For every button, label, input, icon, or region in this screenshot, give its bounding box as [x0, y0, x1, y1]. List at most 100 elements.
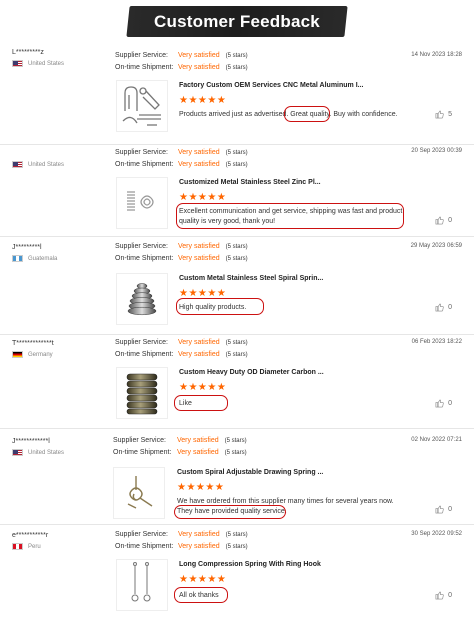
thumbs-up-icon: [435, 303, 444, 312]
star-count: (5 stars): [225, 256, 248, 262]
thumbs-up-icon: [435, 399, 444, 408]
product-thumbnail-icon: [127, 283, 157, 316]
supplier-service-label: Supplier Service:: [113, 437, 166, 444]
review-date: 30 Sep 2022 09:52: [411, 531, 462, 537]
satisfaction-text: Very satisfied: [178, 531, 220, 538]
product-image[interactable]: [116, 177, 168, 229]
supplier-service-label: Supplier Service:: [115, 149, 168, 156]
rating-labels: Supplier Service: On-time Shipment:: [115, 147, 175, 171]
satisfaction-text: Very satisfied: [177, 437, 219, 444]
review-stars: ★★★★★: [179, 382, 227, 393]
star-count: (5 stars): [225, 340, 248, 346]
thumbs-up-icon: [435, 591, 444, 600]
product-image[interactable]: [116, 80, 168, 132]
supplier-service-label: Supplier Service:: [115, 531, 168, 538]
on-time-shipment-label: On-time Shipment:: [115, 161, 174, 168]
reviewer-name: J************l: [12, 438, 50, 445]
product-title-link[interactable]: Factory Custom OEM Services CNC Metal Al…: [179, 82, 364, 89]
reviewer-country: Peru: [12, 543, 112, 550]
product-image[interactable]: [116, 273, 168, 325]
highlight-circle: [174, 587, 228, 603]
rating-values: Very satisfied (5 stars) Very satisfied (5…: [178, 50, 248, 74]
country-name: Peru: [28, 543, 41, 550]
shipment-rating: Very satisfied (5 stars): [178, 253, 248, 265]
highlight-circle: [174, 395, 228, 411]
star-count: (5 stars): [225, 162, 248, 168]
product-title-link[interactable]: Custom Metal Stainless Steel Spiral Spri…: [179, 275, 323, 282]
product-image[interactable]: [116, 559, 168, 611]
rating-labels: Supplier Service: On-time Shipment:: [115, 337, 175, 361]
rating-labels: Supplier Service: On-time Shipment:: [115, 529, 175, 553]
product-image[interactable]: [113, 467, 165, 519]
flag-guatemala-icon: [12, 255, 23, 262]
rating-values: Very satisfied (5 stars) Very satisfied (5…: [178, 337, 248, 361]
reviewer-info: L*********z United States: [12, 48, 112, 67]
star-count: (5 stars): [225, 244, 248, 250]
rating-labels: Supplier Service: On-time Shipment:: [115, 241, 175, 265]
country-name: Germany: [28, 351, 53, 358]
page-title-banner: Customer Feedback: [126, 6, 348, 37]
reviewer-info: J************l United States: [12, 437, 112, 456]
rating-values: Very satisfied (5 stars) Very satisfied (5…: [178, 241, 248, 265]
supplier-service-rating: Very satisfied (5 stars): [177, 435, 247, 447]
review-card: J*********l Guatemala Supplier Service: …: [0, 236, 474, 334]
product-title-link[interactable]: Customized Metal Stainless Steel Zinc Pl…: [179, 179, 321, 186]
thumbs-up-icon: [435, 505, 444, 514]
flag-us-icon: [12, 161, 23, 168]
satisfaction-text: Very satisfied: [178, 351, 220, 358]
shipment-rating: Very satisfied (5 stars): [178, 159, 248, 171]
star-count: (5 stars): [225, 65, 248, 71]
review-date: 02 Nov 2022 07:21: [411, 437, 462, 443]
review-card: T*************t Germany Supplier Service…: [0, 334, 474, 428]
on-time-shipment-label: On-time Shipment:: [113, 449, 172, 456]
rating-values: Very satisfied (5 stars) Very satisfied (5…: [178, 529, 248, 553]
satisfaction-text: Very satisfied: [178, 149, 220, 156]
reviewer-name: J*********l: [12, 244, 42, 251]
product-thumbnail-icon: [126, 373, 158, 415]
like-button[interactable]: 0: [435, 216, 452, 225]
reviewer-info: T*************t Germany: [12, 339, 112, 358]
highlight-circle: [176, 203, 404, 229]
like-button[interactable]: 0: [435, 399, 452, 408]
on-time-shipment-label: On-time Shipment:: [115, 543, 174, 550]
review-date: 14 Nov 2023 18:28: [411, 52, 462, 58]
like-count: 0: [448, 400, 452, 407]
country-name: United States: [28, 161, 65, 168]
satisfaction-text: Very satisfied: [178, 543, 220, 550]
like-button[interactable]: 0: [435, 505, 452, 514]
like-button[interactable]: 0: [435, 303, 452, 312]
shipment-rating: Very satisfied (5 stars): [178, 349, 248, 361]
product-image[interactable]: [116, 367, 168, 419]
product-title-link[interactable]: Long Compression Spring With Ring Hook: [179, 561, 321, 568]
review-date: 20 Sep 2023 00:39: [411, 148, 462, 154]
satisfaction-text: Very satisfied: [177, 449, 219, 456]
reviewer-name: T*************t: [12, 340, 54, 347]
reviewer-info: J*********l Guatemala: [12, 243, 112, 262]
product-title-link[interactable]: Custom Spiral Adjustable Drawing Spring …: [177, 469, 323, 476]
supplier-service-rating: Very satisfied (5 stars): [178, 337, 248, 349]
highlight-circle: [176, 298, 264, 315]
like-button[interactable]: 0: [435, 591, 452, 600]
reviewer-country: Guatemala: [12, 255, 112, 262]
flag-germany-icon: [12, 351, 23, 358]
satisfaction-text: Very satisfied: [178, 255, 220, 262]
highlight-circle: [284, 106, 330, 122]
shipment-rating: Very satisfied (5 stars): [177, 447, 247, 459]
satisfaction-text: Very satisfied: [178, 52, 220, 59]
shipment-rating: Very satisfied (5 stars): [178, 541, 248, 553]
supplier-service-label: Supplier Service:: [115, 243, 168, 250]
like-count: 0: [448, 304, 452, 311]
rating-values: Very satisfied (5 stars) Very satisfied (5…: [178, 147, 248, 171]
reviewer-country: Germany: [12, 351, 112, 358]
star-count: (5 stars): [225, 352, 248, 358]
product-thumbnail-icon: [131, 562, 151, 602]
flag-us-icon: [12, 60, 23, 67]
like-button[interactable]: 5: [435, 110, 452, 119]
product-thumbnail-icon: [122, 86, 161, 126]
country-name: United States: [28, 449, 65, 456]
shipment-rating: Very satisfied (5 stars): [178, 62, 248, 74]
supplier-service-rating: Very satisfied (5 stars): [178, 529, 248, 541]
product-title-link[interactable]: Custom Heavy Duty OD Diameter Carbon ...: [179, 369, 324, 376]
country-name: United States: [28, 60, 65, 67]
reviewer-name: L*********z: [12, 49, 44, 56]
